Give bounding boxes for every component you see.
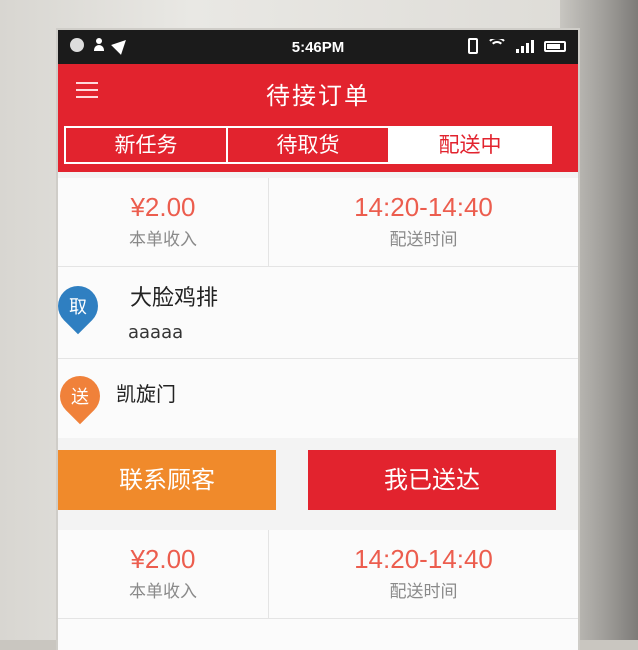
status-right-icons — [468, 38, 566, 54]
deliver-name: 凯旋门 — [116, 382, 176, 406]
pickup-pin-icon: 取 — [58, 277, 107, 335]
page-title: 待接订单 — [266, 82, 370, 110]
tab-awaiting-pickup[interactable]: 待取货 — [226, 128, 388, 162]
tab-delivering[interactable]: 配送中 — [388, 128, 550, 162]
tab-new-tasks[interactable]: 新任务 — [66, 128, 226, 162]
pickup-address: aaaaa — [128, 322, 184, 343]
nav-bar: 待接订单 — [58, 64, 578, 122]
delivery-time-label: 配送时间 — [389, 230, 458, 250]
wifi-icon — [488, 39, 506, 53]
order-summary: ¥2.00 本单收入 14:20-14:40 配送时间 — [58, 178, 578, 267]
delivery-time-label: 配送时间 — [389, 582, 458, 602]
contact-customer-button[interactable]: 联系顾客 — [58, 450, 276, 510]
status-bar: 5:46PM — [58, 30, 578, 64]
mark-delivered-button[interactable]: 我已送达 — [308, 450, 556, 510]
income-label: 本单收入 — [129, 230, 197, 250]
pickup-row: 取 大脸鸡排 aaaaa — [58, 266, 578, 359]
order-card[interactable]: ¥2.00 本单收入 14:20-14:40 配送时间 — [58, 530, 578, 650]
delivery-time-block: 14:20-14:40 配送时间 — [269, 178, 578, 266]
tab-bar-container: 新任务 待取货 配送中 — [58, 122, 578, 172]
tab-bar: 新任务 待取货 配送中 — [64, 126, 552, 164]
income-block: ¥2.00 本单收入 — [58, 530, 269, 618]
deliver-pin-icon: 送 — [58, 367, 109, 425]
income-block: ¥2.00 本单收入 — [58, 178, 269, 266]
vibrate-icon — [468, 38, 478, 54]
pickup-badge: 取 — [69, 297, 87, 318]
deliver-row: 送 凯旋门 — [58, 358, 578, 438]
order-card[interactable]: ¥2.00 本单收入 14:20-14:40 配送时间 取 大脸鸡排 aaaaa… — [58, 178, 578, 438]
income-value: ¥2.00 — [130, 192, 196, 222]
delivery-time-block: 14:20-14:40 配送时间 — [269, 530, 578, 618]
pickup-name: 大脸鸡排 — [130, 286, 219, 311]
order-actions: 联系顾客 我已送达 — [58, 446, 578, 512]
signal-icon — [516, 39, 534, 53]
delivery-time-value: 14:20-14:40 — [354, 192, 493, 222]
delivery-time-value: 14:20-14:40 — [354, 544, 493, 574]
income-value: ¥2.00 — [130, 544, 196, 574]
deliver-badge: 送 — [71, 387, 89, 408]
income-label: 本单收入 — [129, 582, 197, 602]
battery-icon — [544, 40, 566, 52]
phone-screen: 5:46PM 待接订单 新任务 待取货 配送中 ¥2.00 本单收入 14:20… — [58, 30, 578, 650]
order-summary: ¥2.00 本单收入 14:20-14:40 配送时间 — [58, 530, 578, 619]
